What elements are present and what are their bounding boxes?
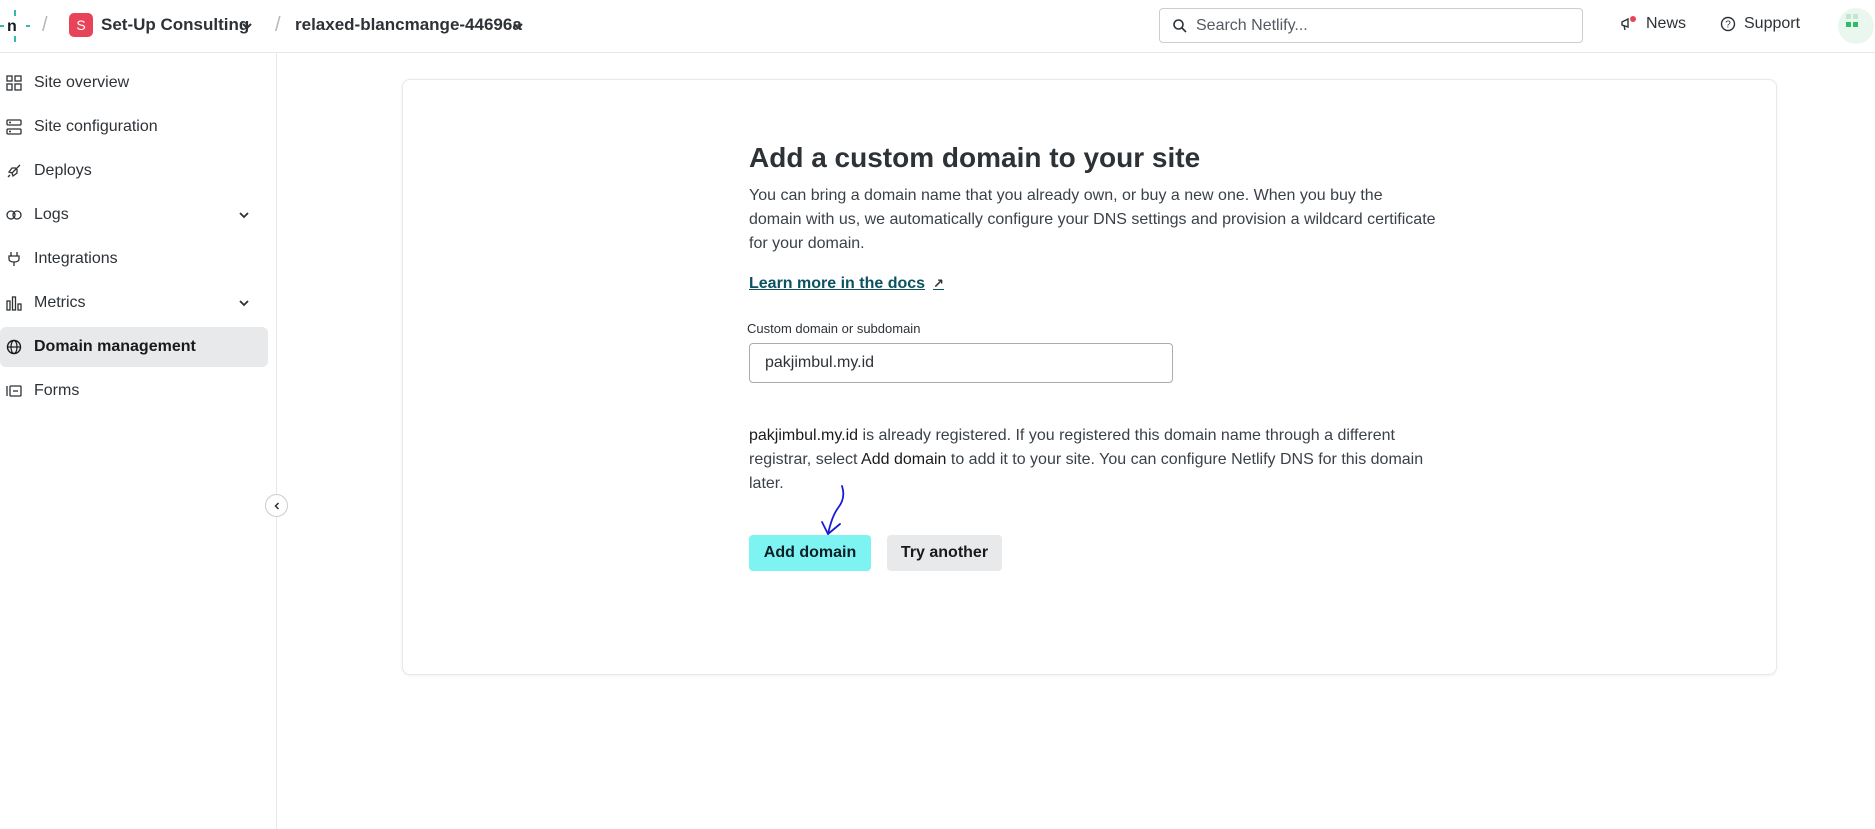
- logs-icon: [6, 210, 22, 220]
- sidebar-item-domain-management[interactable]: Domain management: [0, 327, 268, 367]
- domain-field-label: Custom domain or subdomain: [747, 321, 921, 336]
- sidebar-item-label: Domain management: [34, 338, 196, 355]
- message-action: Add domain: [861, 451, 947, 468]
- form-icon: [6, 385, 22, 397]
- support-button[interactable]: ? Support: [1720, 15, 1800, 33]
- sidebar-item-label: Deploys: [34, 162, 92, 179]
- chevron-down-icon[interactable]: [241, 20, 253, 32]
- svg-text:?: ?: [1725, 20, 1731, 31]
- sidebar-item-label: Forms: [34, 382, 80, 399]
- site-switcher[interactable]: relaxed-blancmange-44696a: [295, 15, 522, 35]
- add-domain-button[interactable]: Add domain: [749, 535, 871, 571]
- team-switcher[interactable]: Set-Up Consulting: [101, 15, 249, 35]
- search-placeholder: Search Netlify...: [1196, 17, 1308, 34]
- chevron-down-icon: [239, 212, 249, 219]
- settings-list-icon: [6, 119, 22, 135]
- support-label: Support: [1744, 15, 1801, 32]
- sidebar-item-forms[interactable]: Forms: [0, 371, 268, 411]
- news-button[interactable]: News: [1620, 15, 1686, 33]
- sidebar-item-label: Integrations: [34, 250, 118, 267]
- description-text: You can bring a domain name that you alr…: [749, 187, 1436, 252]
- search-icon: [1173, 19, 1187, 33]
- external-link-icon: ↗: [933, 276, 944, 291]
- globe-icon: [6, 339, 22, 355]
- plug-icon: [8, 252, 20, 266]
- collapse-sidebar-button[interactable]: [265, 494, 288, 517]
- breadcrumb-separator: /: [275, 14, 281, 36]
- hand-drawn-arrow-icon: [821, 485, 845, 535]
- page-title: Add a custom domain to your site: [749, 142, 1201, 173]
- user-avatar[interactable]: [1838, 8, 1874, 44]
- registration-message: pakjimbul.my.id is already registered. I…: [749, 424, 1449, 496]
- sidebar-item-label: Site overview: [34, 74, 130, 91]
- sidebar: Site overview Site configuration Deploys…: [0, 53, 277, 829]
- chevron-down-icon: [239, 300, 249, 307]
- try-another-button[interactable]: Try another: [887, 535, 1002, 571]
- svg-text:n: n: [7, 18, 17, 35]
- message-domain: pakjimbul.my.id: [749, 427, 859, 444]
- sidebar-item-label: Logs: [34, 206, 69, 223]
- sidebar-item-logs[interactable]: Logs: [0, 195, 268, 235]
- chevron-left-icon: [273, 501, 279, 510]
- avatar-pattern-icon: [1846, 14, 1858, 27]
- netlify-logo-icon[interactable]: n: [0, 10, 30, 42]
- megaphone-icon: [1621, 16, 1636, 31]
- rocket-icon: [7, 164, 21, 178]
- sidebar-item-site-configuration[interactable]: Site configuration: [0, 107, 268, 147]
- docs-link-label: Learn more in the docs: [749, 275, 926, 292]
- top-bar: n / S Set-Up Consulting / relaxed-blancm…: [0, 0, 1875, 53]
- grid-icon: [6, 75, 22, 91]
- breadcrumb-separator: /: [42, 14, 48, 36]
- bar-chart-icon: [6, 296, 22, 311]
- sidebar-item-site-overview[interactable]: Site overview: [0, 63, 268, 103]
- custom-domain-input[interactable]: [749, 343, 1173, 383]
- sidebar-item-metrics[interactable]: Metrics: [0, 283, 268, 323]
- sidebar-item-label: Metrics: [34, 294, 86, 311]
- chevron-down-icon[interactable]: [512, 20, 524, 32]
- sidebar-item-deploys[interactable]: Deploys: [0, 151, 268, 191]
- sidebar-item-integrations[interactable]: Integrations: [0, 239, 268, 279]
- sidebar-item-label: Site configuration: [34, 118, 158, 135]
- help-circle-icon: ?: [1720, 16, 1736, 32]
- news-label: News: [1646, 15, 1687, 32]
- team-avatar[interactable]: S: [69, 13, 93, 37]
- docs-link[interactable]: Learn more in the docs ↗: [749, 275, 944, 293]
- search-input[interactable]: Search Netlify...: [1159, 8, 1583, 43]
